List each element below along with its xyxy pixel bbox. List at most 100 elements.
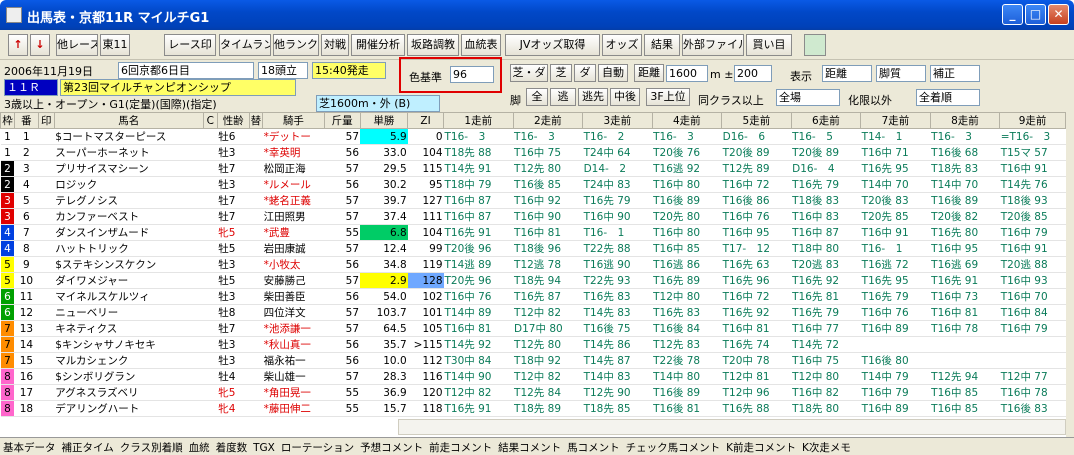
past-race-cell[interactable]: T16中 90 (513, 208, 583, 225)
horse-name[interactable]: マルカシェンク (54, 352, 204, 369)
past-race-cell[interactable]: T14中 89 (443, 304, 514, 321)
past-race-cell[interactable]: T16中 89 (860, 400, 931, 417)
past-race-cell[interactable]: T12中 81 (721, 368, 792, 385)
past-race-cell[interactable]: D16- 6 (721, 128, 792, 145)
past-race-cell[interactable]: T18先 88 (443, 144, 514, 161)
past-race-cell[interactable]: T20後 96 (443, 240, 514, 257)
slope-button[interactable]: 坂路調教 (407, 34, 459, 56)
past-race-cell[interactable]: T16後 83 (999, 400, 1066, 417)
past-race-cell[interactable]: T20逃 83 (791, 256, 861, 273)
sheet-tab[interactable]: 着度数 (213, 438, 251, 455)
people-icon[interactable] (804, 34, 826, 56)
sheet-tab[interactable]: K前走コメント (723, 438, 799, 455)
table-row[interactable]: 1 2 スーパーホーネット 牡3 *幸英明 56 33.0 104 T18先 88 T16中 75… (0, 144, 1066, 161)
past-race-cell[interactable]: T16中 76 (443, 288, 514, 305)
surface-dirt[interactable]: ダ (574, 64, 596, 82)
past-race-cell[interactable]: T12先 80 (513, 160, 583, 177)
past-race-cell[interactable]: T16先 92 (721, 304, 792, 321)
past-race-cell[interactable]: T12先 83 (652, 336, 722, 353)
past-race-cell[interactable]: T16中 77 (791, 320, 861, 337)
past-race-cell[interactable]: T18先 80 (791, 400, 861, 417)
past-race-cell[interactable]: T16中 87 (443, 208, 514, 225)
past-race-cell[interactable]: T20後 89 (721, 144, 792, 161)
past-race-cell[interactable]: T16先 87 (513, 288, 583, 305)
past-race-cell[interactable]: T16中 82 (791, 384, 861, 401)
past-race-cell[interactable]: T16中 93 (999, 272, 1066, 289)
matchup-button[interactable]: 対戦 (321, 34, 349, 56)
past-race-cell[interactable]: T20先 85 (860, 208, 931, 225)
horse-name[interactable]: スーパーホーネット (54, 144, 204, 161)
display-select-correction[interactable]: 補正 (930, 65, 980, 82)
past-race-cell[interactable]: T16中 72 (721, 288, 792, 305)
past-race-cell[interactable]: T14中 79 (860, 368, 931, 385)
horizontal-scrollbar[interactable] (398, 419, 1066, 435)
past-race-cell[interactable]: T16先 81 (791, 288, 861, 305)
past-race-cell[interactable]: T16中 83 (791, 208, 861, 225)
past-race-cell[interactable]: T16逃 92 (652, 160, 722, 177)
mark-cell[interactable] (38, 128, 55, 145)
horse-name[interactable]: プリサイスマシーン (54, 160, 204, 177)
past-race-cell[interactable]: T16中 76 (860, 304, 931, 321)
other-rank-button[interactable]: 他ランク (273, 34, 319, 56)
sheet-tab[interactable]: 血統 (186, 438, 213, 455)
past-race-cell[interactable] (860, 336, 931, 353)
close-button[interactable]: ✕ (1048, 4, 1069, 25)
order-select[interactable]: 全着順 (916, 89, 980, 106)
past-race-cell[interactable]: T16中 72 (721, 176, 792, 193)
past-race-cell[interactable]: T16中 81 (513, 224, 583, 241)
leg-front[interactable]: 逃先 (578, 88, 608, 106)
past-race-cell[interactable]: T14中 80 (652, 368, 722, 385)
mark-cell[interactable] (38, 336, 55, 353)
past-race-cell[interactable]: T16後 89 (930, 192, 1000, 209)
past-race-cell[interactable]: T16中 76 (721, 208, 792, 225)
past-race-cell[interactable]: T16先 79 (791, 176, 861, 193)
past-race-cell[interactable]: T16先 79 (791, 304, 861, 321)
past-race-cell[interactable]: T14中 70 (930, 176, 1000, 193)
past-race-cell[interactable]: T16先 79 (582, 192, 653, 209)
past-race-cell[interactable]: T16中 78 (930, 320, 1000, 337)
past-race-cell[interactable]: T16逃 86 (652, 256, 722, 273)
table-row[interactable]: 7 14 $キンシャサノキセキ 牡3 *秋山真一 56 35.7 >115 T14先 92 T12… (0, 336, 1066, 353)
same-class-checkbox[interactable]: 同クラス以上 (698, 92, 764, 108)
mark-cell[interactable] (38, 144, 55, 161)
past-race-cell[interactable]: T16中 85 (652, 240, 722, 257)
past-race-cell[interactable] (930, 352, 1000, 369)
pedigree-button[interactable]: 血統表 (461, 34, 501, 56)
sheet-tab[interactable]: TGX (250, 440, 278, 454)
past-race-cell[interactable]: T12中 96 (721, 384, 792, 401)
past-race-cell[interactable]: T18後 83 (791, 192, 861, 209)
past-race-cell[interactable]: T16中 70 (999, 288, 1066, 305)
past-race-cell[interactable] (930, 336, 1000, 353)
past-race-cell[interactable]: T16中 92 (513, 192, 583, 209)
past-race-cell[interactable]: T14先 83 (582, 304, 653, 321)
past-race-cell[interactable]: T12中 82 (513, 368, 583, 385)
sheet-tab[interactable]: 馬コメント (564, 438, 623, 455)
past-race-cell[interactable]: T22先 88 (582, 240, 653, 257)
buy-button[interactable]: 買い目 (746, 34, 792, 56)
horse-name[interactable]: アグネスラズベリ (54, 384, 204, 401)
past-race-cell[interactable]: T16中 75 (513, 144, 583, 161)
past-race-cell[interactable]: T16中 80 (652, 176, 722, 193)
table-row[interactable]: 4 8 ハットトリック 牡5 岩田康誠 57 12.4 99 T20後 96 T18後 96 T22… (0, 240, 1066, 257)
past-race-cell[interactable]: T16- 1 (860, 240, 931, 257)
mark-cell[interactable] (38, 400, 55, 417)
table-row[interactable]: 8 18 デアリングハート 牝4 *藤田伸二 55 15.7 118 T16先 91 T18先 8… (0, 400, 1066, 417)
other-race-button[interactable]: 他レース (56, 34, 98, 56)
past-race-cell[interactable]: T20後 82 (930, 208, 1000, 225)
horse-name[interactable]: $コートマスターピース (54, 128, 204, 145)
past-race-cell[interactable]: T22先 93 (582, 272, 653, 289)
table-row[interactable]: 7 13 キネティクス 牡7 *池添謙一 57 64.5 105 T16中 81 D17中 80 T… (0, 320, 1066, 337)
past-race-cell[interactable]: T16逃 72 (860, 256, 931, 273)
leg-escape[interactable]: 逃 (550, 88, 576, 106)
past-race-cell[interactable]: T14先 87 (582, 352, 653, 369)
past-race-cell[interactable]: T16先 91 (443, 400, 514, 417)
past-race-cell[interactable]: T16先 95 (860, 272, 931, 289)
mark-cell[interactable] (38, 304, 55, 321)
past-race-cell[interactable]: T16先 92 (791, 272, 861, 289)
past-race-cell[interactable]: T24中 64 (582, 144, 653, 161)
horse-name[interactable]: カンファーベスト (54, 208, 204, 225)
past-race-cell[interactable]: =T16- 3 (999, 128, 1066, 145)
past-race-cell[interactable]: T12中 80 (652, 288, 722, 305)
past-race-cell[interactable]: T17- 12 (721, 240, 792, 257)
past-race-cell[interactable]: T16中 91 (860, 224, 931, 241)
